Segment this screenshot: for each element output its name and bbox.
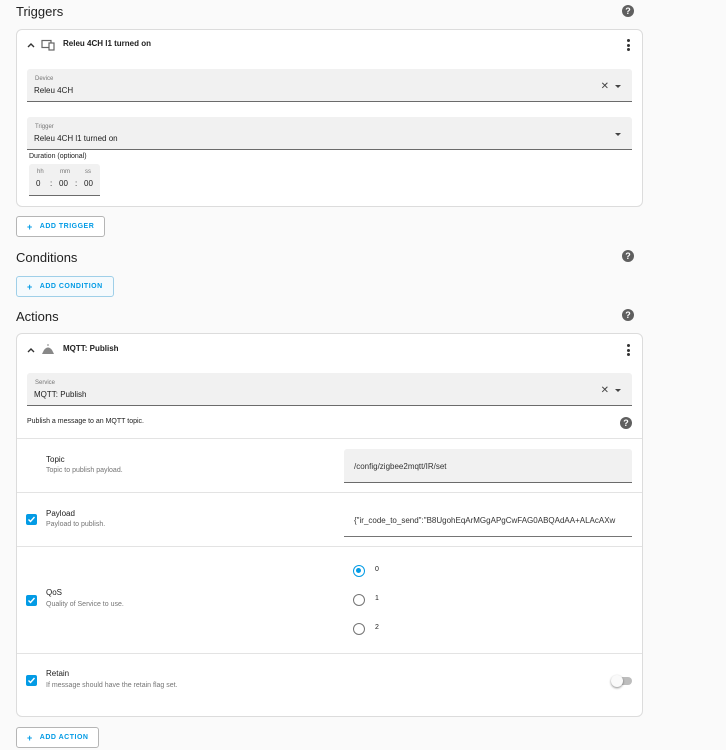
help-icon[interactable]: ? bbox=[620, 417, 632, 429]
topic-title: Topic bbox=[46, 455, 65, 464]
action-card-title: MQTT: Publish bbox=[63, 344, 119, 353]
add-condition-label: ADD CONDITION bbox=[39, 283, 103, 290]
action-card: MQTT: Publish Service MQTT: Publish ✕ Pu… bbox=[16, 333, 643, 717]
caret-down-icon[interactable] bbox=[615, 389, 621, 392]
topic-input[interactable]: /config/zigbee2mqtt/IR/set bbox=[344, 449, 632, 483]
retain-title: Retain bbox=[46, 669, 70, 678]
caret-down-icon[interactable] bbox=[615, 133, 621, 136]
conditions-heading: Conditions bbox=[16, 250, 78, 265]
checkmark-icon bbox=[28, 597, 36, 604]
add-action-label: ADD ACTION bbox=[39, 734, 89, 741]
service-select-label: Service bbox=[35, 380, 56, 386]
trigger-select[interactable]: Trigger Releu 4CH l1 turned on bbox=[27, 117, 632, 150]
plus-icon: + bbox=[27, 221, 33, 232]
checkmark-icon bbox=[28, 516, 36, 523]
help-icon[interactable]: ? bbox=[622, 250, 634, 262]
duration-input[interactable]: hh mm ss 0 : 00 : 00 bbox=[29, 164, 100, 196]
device-select[interactable]: Device Releu 4CH ✕ bbox=[27, 69, 632, 102]
service-description: Publish a message to an MQTT topic. bbox=[27, 418, 144, 425]
device-select-value: Releu 4CH bbox=[34, 86, 74, 95]
trigger-card: Releu 4CH l1 turned on Device Releu 4CH … bbox=[16, 29, 643, 207]
help-icon[interactable]: ? bbox=[622, 5, 634, 17]
add-condition-button[interactable]: + ADD CONDITION bbox=[16, 276, 114, 297]
qos-option-label: 0 bbox=[375, 566, 379, 573]
add-action-button[interactable]: + ADD ACTION bbox=[16, 727, 100, 748]
qos-checkbox[interactable] bbox=[26, 595, 37, 606]
help-icon[interactable]: ? bbox=[622, 309, 634, 321]
triggers-heading: Triggers bbox=[16, 4, 64, 19]
qos-option-label: 2 bbox=[375, 624, 379, 631]
qos-radio-1[interactable] bbox=[353, 594, 365, 606]
time-separator: : bbox=[75, 179, 78, 188]
hours-field[interactable]: 0 bbox=[36, 179, 40, 188]
toggle-knob bbox=[611, 675, 623, 687]
time-separator: : bbox=[50, 179, 53, 188]
close-icon[interactable]: ✕ bbox=[601, 385, 609, 396]
minutes-field[interactable]: 00 bbox=[59, 179, 68, 188]
service-select-value: MQTT: Publish bbox=[34, 390, 87, 399]
qos-option-label: 1 bbox=[375, 595, 379, 602]
add-trigger-label: ADD TRIGGER bbox=[39, 223, 95, 230]
divider bbox=[17, 653, 642, 654]
chevron-up-icon[interactable] bbox=[26, 345, 36, 355]
divider bbox=[17, 438, 642, 439]
minutes-label: mm bbox=[60, 169, 70, 175]
trigger-card-header[interactable]: Releu 4CH l1 turned on bbox=[17, 30, 642, 60]
payload-title: Payload bbox=[46, 509, 75, 518]
payload-input[interactable]: {"ir_code_to_send":"B8UgohEqArMGgAPgCwFA… bbox=[344, 503, 632, 537]
plus-icon: + bbox=[27, 732, 33, 743]
actions-heading: Actions bbox=[16, 309, 59, 324]
close-icon[interactable]: ✕ bbox=[601, 81, 609, 92]
chevron-up-icon[interactable] bbox=[26, 40, 36, 50]
topic-input-value: /config/zigbee2mqtt/IR/set bbox=[354, 462, 447, 471]
seconds-label: ss bbox=[85, 169, 91, 175]
divider bbox=[17, 492, 642, 493]
duration-label: Duration (optional) bbox=[29, 153, 87, 160]
payload-input-value: {"ir_code_to_send":"B8UgohEqArMGgAPgCwFA… bbox=[354, 516, 616, 525]
trigger-select-value: Releu 4CH l1 turned on bbox=[34, 134, 118, 143]
device-select-label: Device bbox=[35, 76, 54, 82]
plus-icon: + bbox=[27, 281, 33, 292]
seconds-field[interactable]: 00 bbox=[84, 179, 93, 188]
qos-radio-0[interactable] bbox=[353, 565, 365, 577]
checkmark-icon bbox=[28, 677, 36, 684]
action-card-header[interactable]: MQTT: Publish bbox=[17, 334, 642, 366]
trigger-card-title: Releu 4CH l1 turned on bbox=[63, 39, 152, 48]
caret-down-icon[interactable] bbox=[615, 85, 621, 88]
payload-description: Payload to publish. bbox=[46, 521, 106, 528]
retain-description: If message should have the retain flag s… bbox=[46, 682, 178, 689]
topic-description: Topic to publish payload. bbox=[46, 467, 123, 474]
qos-radio-2[interactable] bbox=[353, 623, 365, 635]
kebab-menu-icon[interactable] bbox=[626, 344, 630, 356]
service-select[interactable]: Service MQTT: Publish ✕ bbox=[27, 373, 632, 406]
qos-description: Quality of Service to use. bbox=[46, 601, 124, 608]
divider bbox=[17, 546, 642, 547]
trigger-select-label: Trigger bbox=[35, 124, 54, 130]
retain-toggle[interactable] bbox=[611, 675, 632, 687]
qos-title: QoS bbox=[46, 588, 63, 597]
hours-label: hh bbox=[37, 169, 44, 175]
add-trigger-button[interactable]: + ADD TRIGGER bbox=[16, 216, 106, 237]
payload-checkbox[interactable] bbox=[26, 514, 37, 525]
cloud-broadcast-icon bbox=[42, 344, 54, 354]
retain-checkbox[interactable] bbox=[26, 675, 37, 686]
kebab-menu-icon[interactable] bbox=[626, 39, 630, 51]
remote-device-icon bbox=[41, 39, 55, 51]
